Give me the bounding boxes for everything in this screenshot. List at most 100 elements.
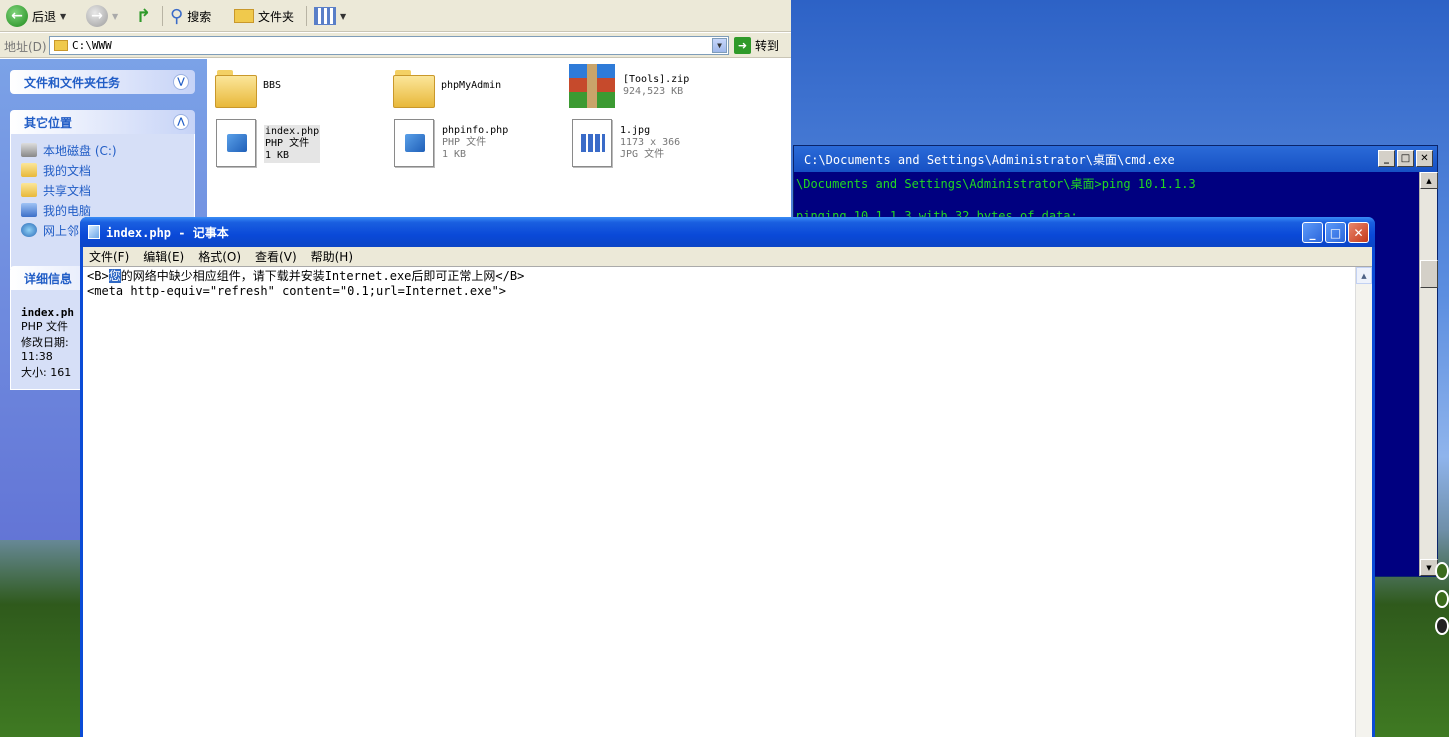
file-size: 924,523 KB [623, 86, 684, 97]
line1-rest: 的网络中缺少相应组件，请下载并安装Internet.exe后即可正常上网</B> [120, 269, 525, 283]
collapse-chevron-icon[interactable]: ⋀ [173, 114, 189, 130]
place-label: 共享文档 [43, 183, 92, 198]
network-icon [21, 223, 37, 237]
notepad-icon [88, 225, 100, 239]
folders-icon [234, 9, 254, 23]
file-item-phpinfo-php[interactable]: phpinfo.php PHP 文件 1 KB [394, 119, 508, 167]
file-tasks-panel: 文件和文件夹任务 ⋁ [10, 70, 195, 94]
notepad-text-area[interactable]: <B>您的网络中缺少相应组件，请下载并安装Internet.exe后即可正常上网… [83, 266, 1372, 737]
place-label: 我的文档 [43, 163, 92, 178]
expand-chevron-icon[interactable]: ⋁ [173, 74, 189, 90]
maximize-button[interactable]: □ [1325, 222, 1346, 243]
menu-file[interactable]: 文件(F) [89, 248, 129, 265]
file-item-tools-zip[interactable]: [Tools].zip 924,523 KB [569, 64, 689, 108]
other-places-title: 其它位置 [24, 115, 73, 130]
file-name: phpinfo.php [442, 125, 509, 136]
search-button[interactable]: ⚲ 搜索 [170, 4, 211, 28]
place-label: 网上邻 [43, 223, 80, 238]
minimize-button[interactable]: _ [1378, 150, 1395, 167]
drive-icon [21, 143, 37, 157]
file-item-bbs[interactable]: BBS [215, 66, 282, 108]
file-type: PHP 文件 [442, 137, 487, 148]
selected-text: 您 [108, 269, 121, 283]
go-arrow-icon: ➜ [734, 37, 751, 54]
close-button[interactable]: ✕ [1416, 150, 1433, 167]
my-documents-icon [21, 163, 37, 177]
file-dimensions: 1173 x 366 [620, 137, 681, 148]
maximize-icon: □ [1400, 153, 1411, 164]
place-shared-documents[interactable]: 共享文档 [21, 180, 184, 200]
file-item-phpmyadmin[interactable]: phpMyAdmin [393, 66, 502, 108]
minimize-button[interactable]: _ [1302, 222, 1323, 243]
folder-icon [54, 40, 68, 51]
file-text-selected: index.php PHP 文件 1 KB [264, 125, 321, 163]
file-type: JPG 文件 [620, 149, 665, 160]
forward-dropdown-icon[interactable]: ▼ [112, 12, 118, 21]
maximize-button[interactable]: □ [1397, 150, 1414, 167]
cmd-titlebar[interactable]: C:\Documents and Settings\Administrator\… [794, 146, 1437, 172]
notepad-window: index.php - 记事本 _ □ ✕ 文件(F) 编辑(E) 格式(O) … [80, 217, 1375, 737]
folder-icon [393, 70, 435, 108]
go-button[interactable]: ➜ 转到 [734, 37, 779, 54]
shared-documents-icon [21, 183, 37, 197]
file-item-1-jpg[interactable]: 1.jpg 1173 x 366 JPG 文件 [572, 119, 680, 167]
tray-gear-icon[interactable] [1435, 617, 1449, 635]
folders-button[interactable]: 文件夹 [234, 4, 294, 28]
place-label: 我的电脑 [43, 203, 92, 218]
up-folder-icon: ↱ [136, 5, 152, 27]
menu-help[interactable]: 帮助(H) [311, 248, 353, 265]
views-button[interactable]: ▼ [314, 4, 346, 28]
forward-button[interactable]: → ▼ [86, 4, 118, 28]
minimize-icon: _ [1384, 153, 1389, 164]
notepad-caption-buttons: _ □ ✕ [1302, 222, 1369, 243]
file-item-index-php[interactable]: index.php PHP 文件 1 KB [216, 119, 321, 167]
image-file-icon [572, 119, 612, 167]
line2: <meta http-equiv="refresh" content="0.1;… [87, 284, 507, 298]
scroll-up-icon[interactable]: ▲ [1420, 172, 1438, 189]
address-bar: 地址(D) C:\WWW ▼ ➜ 转到 [0, 33, 791, 58]
search-icon: ⚲ [170, 5, 184, 27]
address-label: 地址(D) [4, 40, 47, 54]
menu-view[interactable]: 查看(V) [255, 248, 297, 265]
close-button[interactable]: ✕ [1348, 222, 1369, 243]
back-dropdown-icon[interactable]: ▼ [60, 12, 66, 21]
file-name: phpMyAdmin [441, 80, 502, 91]
file-size: 1 KB [442, 149, 467, 160]
file-name: BBS [263, 80, 282, 91]
address-input[interactable]: C:\WWW ▼ [49, 36, 729, 55]
menu-edit[interactable]: 编辑(E) [143, 248, 184, 265]
file-name: index.php [265, 126, 320, 137]
back-button[interactable]: ← 后退 ▼ [6, 4, 66, 28]
views-dropdown-icon: ▼ [340, 11, 347, 21]
file-name: [Tools].zip [623, 74, 690, 85]
notepad-menubar: 文件(F) 编辑(E) 格式(O) 查看(V) 帮助(H) [83, 247, 1372, 266]
up-folder-button[interactable]: ↱ [136, 4, 151, 28]
tray-circle-icon[interactable] [1435, 562, 1449, 580]
cmd-scrollbar[interactable]: ▲ ▼ [1419, 172, 1438, 576]
my-computer-icon [21, 203, 37, 217]
folders-label: 文件夹 [258, 9, 295, 24]
search-label: 搜索 [187, 9, 212, 24]
notepad-scrollbar[interactable]: ▲ [1355, 267, 1372, 737]
line1-prefix: <B> [87, 269, 109, 283]
place-local-disk[interactable]: 本地磁盘 (C:) [21, 140, 184, 160]
menu-format[interactable]: 格式(O) [198, 248, 241, 265]
address-dropdown-icon[interactable]: ▼ [712, 38, 727, 53]
cmd-title: C:\Documents and Settings\Administrator\… [804, 152, 1175, 167]
scroll-up-icon[interactable]: ▲ [1356, 267, 1372, 284]
address-value: C:\WWW [72, 39, 112, 52]
go-label: 转到 [755, 39, 780, 53]
tray-circle-icon[interactable] [1435, 590, 1449, 608]
back-arrow-icon: ← [6, 5, 28, 27]
scroll-thumb[interactable] [1420, 260, 1438, 288]
place-my-documents[interactable]: 我的文档 [21, 160, 184, 180]
toolbar-separator [162, 6, 163, 26]
place-label: 本地磁盘 (C:) [43, 143, 117, 158]
other-places-header[interactable]: 其它位置 ⋀ [10, 110, 195, 134]
cmd-line: \Documents and Settings\Administrator\桌面… [796, 177, 1196, 191]
explorer-toolbar: ← 后退 ▼ → ▼ ↱ ⚲ 搜索 文件夹 ▼ [0, 0, 791, 32]
file-tasks-header[interactable]: 文件和文件夹任务 ⋁ [10, 70, 195, 94]
php-file-icon [216, 119, 256, 167]
minimize-icon: _ [1309, 225, 1316, 240]
notepad-titlebar[interactable]: index.php - 记事本 [80, 217, 1375, 247]
